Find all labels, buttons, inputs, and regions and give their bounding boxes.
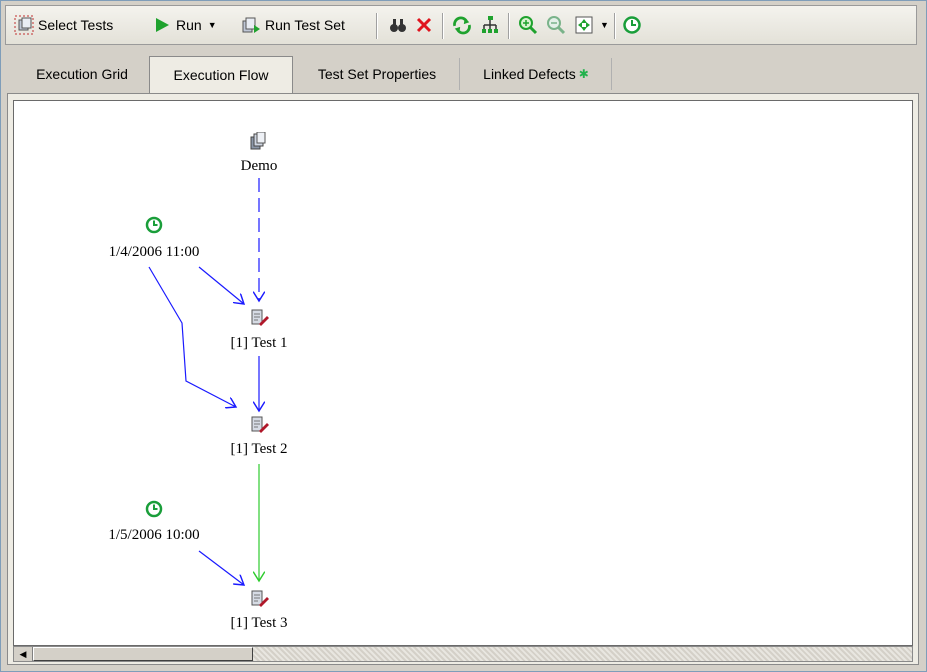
toolbar-separator: [508, 13, 510, 39]
select-tests-icon: [14, 15, 34, 35]
test-set-icon: [250, 131, 266, 153]
arrange-layout-button[interactable]: [480, 14, 500, 36]
arrange-icon: [480, 15, 500, 35]
link-time1-test1: [198, 266, 244, 304]
tab-execution-grid[interactable]: Execution Grid: [15, 58, 150, 90]
refresh-button[interactable]: [452, 14, 472, 36]
select-tests-button[interactable]: Select Tests: [14, 14, 113, 36]
scrollbar-thumb[interactable]: [33, 647, 253, 661]
delete-icon: [414, 15, 434, 35]
horizontal-scrollbar[interactable]: ◀: [13, 646, 913, 662]
manual-test-icon: [250, 416, 270, 437]
link-time2-test3: [198, 550, 244, 585]
run-dropdown-icon[interactable]: ▼: [208, 20, 217, 30]
run-test-set-label: Run Test Set: [265, 17, 345, 33]
toolbar: Select Tests Run ▼ Run Test Set ▼: [5, 5, 917, 45]
refresh-icon: [452, 15, 472, 35]
clock-icon: [145, 216, 163, 237]
fit-window-icon: [574, 15, 594, 35]
node-test-3[interactable]: [1] Test 3: [214, 615, 304, 632]
zoom-out-icon: [546, 15, 566, 35]
tab-test-set-properties[interactable]: Test Set Properties: [295, 58, 460, 90]
fit-window-dropdown-icon[interactable]: ▼: [600, 20, 609, 30]
zoom-in-icon: [518, 15, 538, 35]
node-time-dependency-1[interactable]: 1/4/2006 11:00: [89, 244, 219, 261]
node-demo[interactable]: Demo: [219, 158, 299, 175]
new-defects-icon: ✱: [578, 67, 589, 81]
tab-bar: Execution Grid Execution Flow Test Set P…: [5, 55, 917, 93]
time-dependency-icon: [622, 15, 642, 35]
node-test-1[interactable]: [1] Test 1: [214, 335, 304, 352]
zoom-in-button[interactable]: [518, 14, 538, 36]
time-dependency-button[interactable]: [622, 14, 642, 36]
manual-test-icon: [250, 309, 270, 330]
toolbar-separator: [614, 13, 616, 39]
clock-icon: [145, 500, 163, 521]
toolbar-separator: [376, 13, 378, 39]
execution-flow-canvas[interactable]: Demo 1/4/2006 11:00 [1] Test 1 [1] Test …: [13, 100, 913, 646]
tab-linked-defects[interactable]: Linked Defects ✱: [461, 58, 612, 90]
run-label: Run: [176, 17, 202, 33]
tab-execution-flow[interactable]: Execution Flow: [149, 56, 293, 93]
run-test-set-button[interactable]: Run Test Set: [241, 14, 345, 36]
tab-label: Test Set Properties: [317, 66, 437, 82]
tab-label: Execution Grid: [36, 66, 128, 82]
find-button[interactable]: [388, 14, 408, 36]
run-icon: [152, 15, 172, 35]
flow-links: [148, 178, 913, 646]
run-test-set-icon: [241, 15, 261, 35]
node-test-2[interactable]: [1] Test 2: [214, 441, 304, 458]
manual-test-icon: [250, 590, 270, 611]
delete-button[interactable]: [414, 14, 434, 36]
node-time-dependency-2[interactable]: 1/5/2006 10:00: [89, 527, 219, 544]
toolbar-separator: [442, 13, 444, 39]
select-tests-label: Select Tests: [38, 17, 114, 33]
tab-label: Execution Flow: [173, 67, 269, 83]
run-button[interactable]: Run ▼: [152, 14, 217, 36]
tab-label: Linked Defects: [483, 66, 576, 82]
zoom-out-button[interactable]: [546, 14, 566, 36]
find-icon: [388, 15, 408, 35]
scroll-left-icon[interactable]: ◀: [14, 647, 33, 661]
fit-window-button[interactable]: ▼: [574, 14, 609, 36]
